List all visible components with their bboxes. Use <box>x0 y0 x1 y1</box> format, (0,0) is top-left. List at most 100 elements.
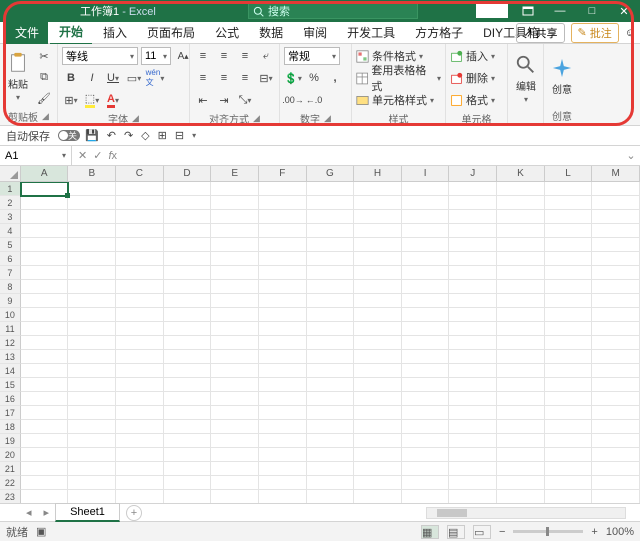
cut-button[interactable]: ✂ <box>35 47 53 65</box>
cell-F21[interactable] <box>259 462 307 476</box>
cell-K16[interactable] <box>497 392 545 406</box>
cell-C3[interactable] <box>116 210 164 224</box>
cell-D5[interactable] <box>164 238 212 252</box>
cell-B23[interactable] <box>68 490 116 504</box>
underline-button[interactable]: U▾ <box>104 69 122 87</box>
cell-A9[interactable] <box>21 294 69 308</box>
cell-G2[interactable] <box>307 196 355 210</box>
cell-E14[interactable] <box>211 364 259 378</box>
column-header-L[interactable]: L <box>545 166 593 181</box>
tab-insert[interactable]: 插入 <box>94 21 136 44</box>
cell-F18[interactable] <box>259 420 307 434</box>
cell-A22[interactable] <box>21 476 69 490</box>
cell-D3[interactable] <box>164 210 212 224</box>
cell-I12[interactable] <box>402 336 450 350</box>
share-button[interactable]: ↗共享 <box>516 23 564 43</box>
cell-J8[interactable] <box>449 280 497 294</box>
cell-F15[interactable] <box>259 378 307 392</box>
row-header-17[interactable]: 17 <box>0 406 21 420</box>
cell-K9[interactable] <box>497 294 545 308</box>
cell-I4[interactable] <box>402 224 450 238</box>
row-header-19[interactable]: 19 <box>0 434 21 448</box>
cell-L5[interactable] <box>545 238 593 252</box>
cell-M4[interactable] <box>592 224 640 238</box>
cell-E7[interactable] <box>211 266 259 280</box>
cell-L6[interactable] <box>545 252 593 266</box>
comma-format-button[interactable]: , <box>326 69 344 87</box>
cell-M2[interactable] <box>592 196 640 210</box>
cell-J3[interactable] <box>449 210 497 224</box>
cell-H9[interactable] <box>354 294 402 308</box>
cell-A21[interactable] <box>21 462 69 476</box>
cell-D8[interactable] <box>164 280 212 294</box>
cell-H16[interactable] <box>354 392 402 406</box>
search-box[interactable]: 搜索 <box>248 3 418 19</box>
pagelayout-view-button[interactable]: ▤ <box>447 525 465 539</box>
cell-F2[interactable] <box>259 196 307 210</box>
cell-C14[interactable] <box>116 364 164 378</box>
cell-L2[interactable] <box>545 196 593 210</box>
tab-ffgz[interactable]: 方方格子 <box>406 21 472 44</box>
cell-J12[interactable] <box>449 336 497 350</box>
zoom-out-button[interactable]: − <box>499 526 505 538</box>
cell-C23[interactable] <box>116 490 164 504</box>
row-header-4[interactable]: 4 <box>0 224 21 238</box>
formula-bar-expand[interactable]: ⌄ <box>622 149 640 162</box>
cell-M19[interactable] <box>592 434 640 448</box>
increase-indent-button[interactable]: ⇥ <box>215 91 233 109</box>
cell-G17[interactable] <box>307 406 355 420</box>
qat-icon-3[interactable]: ⊟ <box>175 129 184 142</box>
row-header-11[interactable]: 11 <box>0 322 21 336</box>
align-left-button[interactable]: ≡ <box>194 69 212 87</box>
ribbon-display-button[interactable] <box>512 0 544 22</box>
cell-C7[interactable] <box>116 266 164 280</box>
cell-A4[interactable] <box>21 224 69 238</box>
cell-L8[interactable] <box>545 280 593 294</box>
decrease-indent-button[interactable]: ⇤ <box>194 91 212 109</box>
cell-H23[interactable] <box>354 490 402 504</box>
cell-E9[interactable] <box>211 294 259 308</box>
cell-C18[interactable] <box>116 420 164 434</box>
cell-C13[interactable] <box>116 350 164 364</box>
cell-F14[interactable] <box>259 364 307 378</box>
cell-H20[interactable] <box>354 448 402 462</box>
cell-H18[interactable] <box>354 420 402 434</box>
cell-G10[interactable] <box>307 308 355 322</box>
cell-B18[interactable] <box>68 420 116 434</box>
cell-G20[interactable] <box>307 448 355 462</box>
cell-L13[interactable] <box>545 350 593 364</box>
cell-C5[interactable] <box>116 238 164 252</box>
cell-A15[interactable] <box>21 378 69 392</box>
cell-C21[interactable] <box>116 462 164 476</box>
cell-F19[interactable] <box>259 434 307 448</box>
cell-L20[interactable] <box>545 448 593 462</box>
cell-G15[interactable] <box>307 378 355 392</box>
cell-I23[interactable] <box>402 490 450 504</box>
cell-M1[interactable] <box>592 182 640 196</box>
column-header-M[interactable]: M <box>592 166 640 181</box>
row-header-1[interactable]: 1 <box>0 182 21 196</box>
cell-G7[interactable] <box>307 266 355 280</box>
cell-K20[interactable] <box>497 448 545 462</box>
column-header-B[interactable]: B <box>68 166 116 181</box>
cell-F23[interactable] <box>259 490 307 504</box>
cell-F4[interactable] <box>259 224 307 238</box>
cell-J16[interactable] <box>449 392 497 406</box>
ideas-button[interactable]: 创意 <box>548 47 576 106</box>
column-header-G[interactable]: G <box>307 166 355 181</box>
cell-I11[interactable] <box>402 322 450 336</box>
column-header-C[interactable]: C <box>116 166 164 181</box>
cell-E12[interactable] <box>211 336 259 350</box>
cell-I5[interactable] <box>402 238 450 252</box>
column-header-K[interactable]: K <box>497 166 545 181</box>
cell-M11[interactable] <box>592 322 640 336</box>
cell-C6[interactable] <box>116 252 164 266</box>
paste-button[interactable]: 粘贴▾ <box>4 47 32 107</box>
name-box[interactable]: A1▾ <box>0 146 72 166</box>
cell-J17[interactable] <box>449 406 497 420</box>
cell-E10[interactable] <box>211 308 259 322</box>
cell-E17[interactable] <box>211 406 259 420</box>
cell-I6[interactable] <box>402 252 450 266</box>
cell-H15[interactable] <box>354 378 402 392</box>
cell-L19[interactable] <box>545 434 593 448</box>
